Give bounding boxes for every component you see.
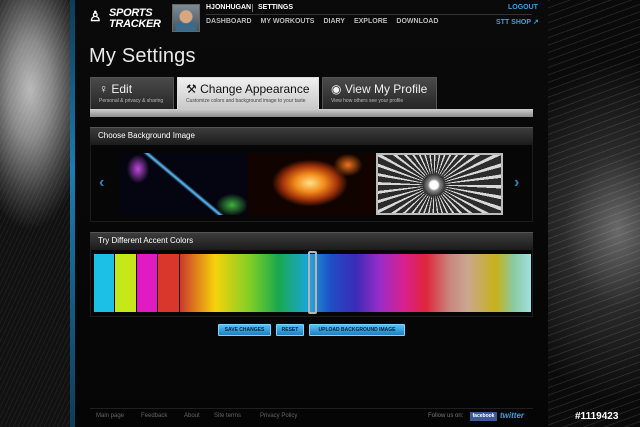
accent-section-header: Try Different Accent Colors: [90, 232, 533, 249]
swatch-red[interactable]: [158, 254, 179, 312]
background-section-header: Choose Background Image: [90, 127, 533, 144]
tab-profile-subtitle: View how others see your profile: [331, 98, 404, 104]
nav-diary[interactable]: DIARY: [323, 18, 345, 28]
nav-dashboard[interactable]: DASHBOARD: [206, 18, 252, 28]
avatar[interactable]: [172, 4, 200, 32]
carousel-next-arrow[interactable]: ›: [514, 174, 519, 192]
tab-edit-title: ♀ Edit: [99, 82, 132, 96]
background-thumb-bicycle-wheel[interactable]: [376, 153, 503, 215]
tab-change-appearance[interactable]: ⚒ Change Appearance Customize colors and…: [177, 77, 319, 109]
eye-icon: ◉: [331, 82, 342, 96]
accent-slider-handle[interactable]: [308, 251, 317, 314]
twitter-icon[interactable]: twitter: [500, 411, 530, 421]
carousel-prev-arrow[interactable]: ‹: [99, 174, 104, 192]
tab-profile-title: ◉ View My Profile: [331, 82, 427, 96]
swatch-lime[interactable]: [115, 254, 136, 312]
logout-link[interactable]: LOGOUT: [508, 4, 538, 11]
save-changes-button[interactable]: SAVE CHANGES: [218, 324, 271, 336]
tab-appearance-subtitle: Customize colors and background image to…: [186, 98, 306, 104]
nav-divider: [206, 14, 532, 15]
footer-main-page[interactable]: Main page: [96, 413, 124, 419]
nav-explore[interactable]: EXPLORE: [354, 18, 387, 28]
accent-section-title: Try Different Accent Colors: [98, 236, 194, 245]
stt-shop-link[interactable]: STT SHOP ↗: [496, 18, 539, 26]
footer-privacy-policy[interactable]: Privacy Policy: [260, 413, 297, 419]
tab-profile-label: View My Profile: [344, 82, 428, 96]
reset-button[interactable]: RESET: [276, 324, 304, 336]
sports-tracker-logo[interactable]: ♙ SPORTS TRACKER: [89, 6, 161, 30]
swatch-magenta[interactable]: [137, 254, 157, 312]
nav-download[interactable]: DOWNLOAD: [396, 18, 438, 28]
upload-background-button[interactable]: UPLOAD BACKGROUND IMAGE: [309, 324, 405, 336]
page-title: My Settings: [89, 45, 196, 67]
edit-icon: ♀: [99, 82, 108, 96]
image-id-watermark: #1119423: [575, 411, 619, 422]
facebook-icon[interactable]: facebook: [470, 412, 497, 421]
tab-edit-label: Edit: [111, 82, 133, 96]
main-nav: DASHBOARD MY WORKOUTS DIARY EXPLORE DOWN…: [206, 18, 447, 28]
background-photo-left: [0, 0, 76, 427]
tab-bar: [90, 109, 533, 117]
tab-view-my-profile[interactable]: ◉ View My Profile View how others see yo…: [322, 77, 437, 109]
background-thumb-light-streaks[interactable]: [120, 153, 247, 215]
tab-edit-subtitle: Personal & privacy & sharing: [99, 98, 164, 104]
footer-about[interactable]: About: [184, 413, 200, 419]
logo-text-bottom: TRACKER: [109, 18, 161, 30]
tab-appearance-label: Change Appearance: [200, 82, 310, 96]
header-divider: [252, 4, 253, 12]
footer-divider: [90, 408, 533, 409]
tools-icon: ⚒: [186, 82, 197, 96]
swatch-cyan[interactable]: [94, 254, 114, 312]
tab-edit[interactable]: ♀ Edit Personal & privacy & sharing: [90, 77, 174, 109]
footer-site-terms[interactable]: Site terms: [214, 413, 241, 419]
runner-icon: ♙: [89, 8, 102, 24]
background-section-title: Choose Background Image: [98, 131, 195, 140]
footer-feedback[interactable]: Feedback: [141, 413, 167, 419]
settings-link[interactable]: SETTINGS: [258, 4, 293, 11]
username-link[interactable]: HJONHUGAN: [206, 4, 251, 11]
tab-appearance-title: ⚒ Change Appearance: [186, 82, 310, 96]
follow-us-label: Follow us on:: [428, 413, 464, 419]
nav-my-workouts[interactable]: MY WORKOUTS: [261, 18, 315, 28]
accent-color-spectrum[interactable]: [180, 254, 531, 312]
background-photo-right: [548, 0, 640, 427]
background-thumb-fire[interactable]: [248, 153, 375, 215]
